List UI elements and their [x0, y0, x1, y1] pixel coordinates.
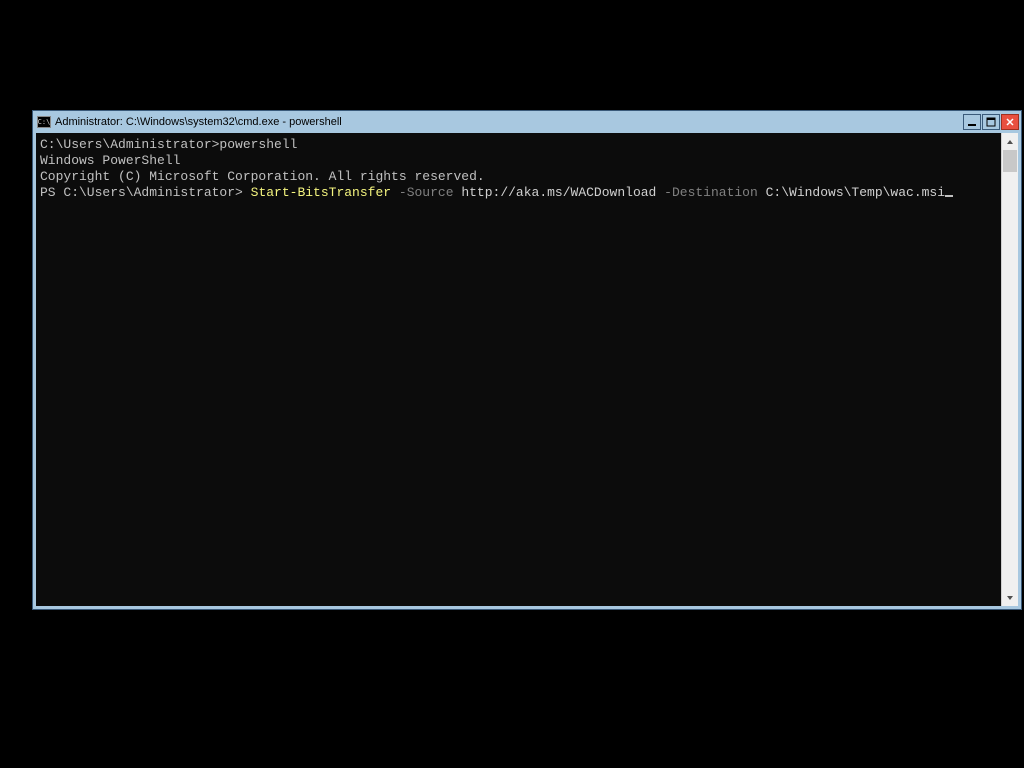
- maximize-button[interactable]: [982, 114, 1000, 130]
- close-button[interactable]: [1001, 114, 1019, 130]
- terminal-line: C:\Users\Administrator>powershell: [40, 137, 997, 153]
- terminal-line: Windows PowerShell: [40, 153, 997, 169]
- cursor: [945, 195, 953, 197]
- scrollbar-thumb[interactable]: [1003, 150, 1017, 172]
- window-body: C:\Users\Administrator>powershellWindows…: [36, 133, 1018, 606]
- titlebar[interactable]: C:\ Administrator: C:\Windows\system32\c…: [33, 111, 1021, 133]
- terminal-line: Copyright (C) Microsoft Corporation. All…: [40, 169, 997, 185]
- window-controls: [963, 114, 1019, 130]
- terminal-output[interactable]: C:\Users\Administrator>powershellWindows…: [36, 133, 1001, 606]
- window-title: Administrator: C:\Windows\system32\cmd.e…: [55, 116, 963, 128]
- scroll-up-button[interactable]: [1002, 133, 1018, 150]
- app-icon: C:\: [37, 116, 51, 128]
- scrollbar[interactable]: [1001, 133, 1018, 606]
- scrollbar-track[interactable]: [1002, 150, 1018, 589]
- console-window: C:\ Administrator: C:\Windows\system32\c…: [32, 110, 1022, 610]
- minimize-button[interactable]: [963, 114, 981, 130]
- terminal-line: PS C:\Users\Administrator> Start-BitsTra…: [40, 185, 997, 201]
- scroll-down-button[interactable]: [1002, 589, 1018, 606]
